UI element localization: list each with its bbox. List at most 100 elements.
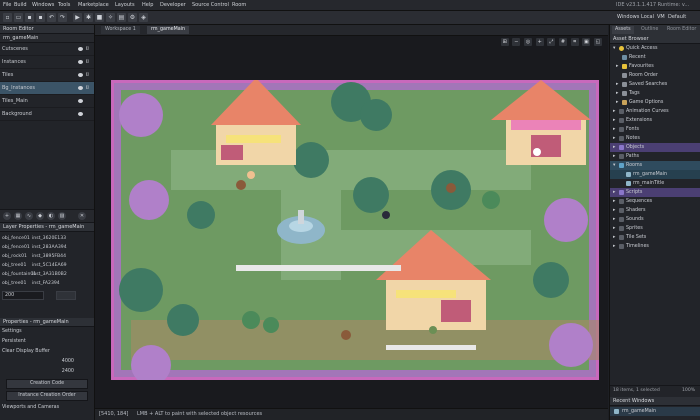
save-icon[interactable]: ▪ (25, 13, 34, 22)
snap-icon[interactable]: ⌗ (570, 38, 579, 46)
tree-item-scripts[interactable]: ▸ Scripts (610, 188, 700, 197)
room-canvas[interactable] (111, 80, 599, 380)
list-item[interactable]: obj_fountain01 inst_3A31B0B2 (0, 270, 94, 279)
fullscreen-icon[interactable]: ◱ (594, 38, 602, 46)
tree-item[interactable]: ▸ Sequences (610, 197, 700, 206)
list-item[interactable]: obj_tree01 inst_FA2394 (0, 279, 94, 288)
list-item[interactable]: obj_tree01 inst_5C14EA69 (0, 261, 94, 270)
game-options-icon[interactable]: ◈ (139, 13, 148, 22)
lock-icon[interactable]: ⌷ (86, 82, 89, 94)
tree-item[interactable]: Recent (610, 53, 700, 62)
undo-icon[interactable]: ↶ (47, 13, 56, 22)
tree-item[interactable]: ▸ Saved Searches (610, 80, 700, 89)
tree-item[interactable]: ▸ Timelines (610, 242, 700, 251)
list-item[interactable]: obj_fence01 inst_3620E133 (0, 234, 94, 243)
create-exe-icon[interactable]: ▤ (117, 13, 126, 22)
persistent-checkbox[interactable]: Persistent (0, 337, 94, 347)
menu-room[interactable]: Room (232, 2, 246, 8)
menu-layouts[interactable]: Layouts (115, 2, 135, 8)
tree-item[interactable]: ▸ Notes (610, 134, 700, 143)
debug-icon[interactable]: ✱ (84, 13, 93, 22)
layer-row[interactable]: Background (0, 108, 94, 121)
layer-row-selected[interactable]: Bg_Instances ⌷ (0, 82, 94, 95)
tree-item[interactable]: ▸ Animation Curves (610, 107, 700, 116)
target-vm[interactable]: VM (657, 14, 665, 20)
tab-outline[interactable]: Outline (638, 26, 661, 34)
creation-code-button[interactable]: Creation Code (6, 379, 88, 389)
eye-icon[interactable] (78, 99, 83, 103)
zoom-in-icon[interactable]: + (535, 38, 544, 46)
position-button[interactable] (56, 291, 76, 300)
tree-item[interactable]: ▸ Game Options (610, 98, 700, 107)
menu-tools[interactable]: Tools (58, 2, 70, 8)
target-local[interactable]: Local (641, 14, 654, 20)
list-item[interactable]: obj_rock01 inst_3895FB44 (0, 252, 94, 261)
eye-icon[interactable] (78, 60, 83, 64)
tab-rm-gamemain[interactable]: rm_gameMain (147, 26, 190, 34)
tree-item[interactable]: ▸ Sounds (610, 215, 700, 224)
grid-icon[interactable]: ⊞ (500, 38, 509, 46)
quick-access-row[interactable]: ▾ Quick Access (610, 44, 700, 53)
add-filter-layer-icon[interactable]: ◐ (47, 212, 55, 220)
target-windows[interactable]: Windows (617, 14, 639, 20)
room-height-field[interactable]: 2400 (0, 367, 94, 377)
layer-row[interactable]: Tiles ⌷ (0, 69, 94, 82)
tree-item-objects[interactable]: ▸ Objects (610, 143, 700, 152)
lock-icon[interactable]: ⌷ (86, 56, 89, 68)
stop-icon[interactable]: ■ (95, 13, 104, 22)
tree-item[interactable]: ▸ Sprites (610, 224, 700, 233)
redo-icon[interactable]: ↷ (58, 13, 67, 22)
menu-source-control[interactable]: Source Control (192, 2, 229, 8)
eye-icon[interactable] (78, 47, 83, 51)
delete-layer-icon[interactable]: ✕ (78, 212, 86, 220)
lock-icon[interactable]: ⌷ (86, 43, 89, 55)
new-file-icon[interactable]: ▫ (3, 13, 12, 22)
tree-item[interactable]: ▸ Tags (610, 89, 700, 98)
layer-row[interactable]: Tiles_Main (0, 95, 94, 108)
tree-item[interactable]: rm_mainTitle (610, 179, 700, 188)
room-width-field[interactable]: 4000 (0, 357, 94, 367)
lock-icon[interactable]: ⌷ (86, 69, 89, 81)
add-path-layer-icon[interactable]: ∿ (25, 212, 33, 220)
add-asset-layer-icon[interactable]: ◆ (36, 212, 44, 220)
add-tile-layer-icon[interactable]: ▦ (14, 212, 22, 220)
zoom-fit-icon[interactable]: ⤢ (547, 38, 556, 46)
tree-item[interactable]: ▸ Favourites (610, 62, 700, 71)
tree-item[interactable]: Room Order (610, 71, 700, 80)
tree-item[interactable]: ▸ Shaders (610, 206, 700, 215)
zoom-out-icon[interactable]: − (512, 38, 521, 46)
camera-icon[interactable]: ▣ (582, 38, 591, 46)
menu-windows[interactable]: Windows (32, 2, 54, 8)
recent-window-item[interactable]: rm_gameMain (610, 407, 700, 416)
viewports-cameras-toggle[interactable]: Viewports and Cameras (0, 403, 94, 413)
menu-marketplace[interactable]: Marketplace (78, 2, 109, 8)
tree-item[interactable]: ▸ Fonts (610, 125, 700, 134)
clear-display-buffer-checkbox[interactable]: Clear Display Buffer (0, 347, 94, 357)
target-default[interactable]: Default (668, 14, 686, 20)
tab-assets[interactable]: Assets (612, 26, 634, 34)
layer-row[interactable]: Instances ⌷ (0, 56, 94, 69)
tree-item[interactable]: ▸ Paths (610, 152, 700, 161)
grid-toggle-icon[interactable]: # (559, 38, 568, 46)
tree-item-rm-gamemain[interactable]: rm_gameMain (610, 170, 700, 179)
tree-item[interactable]: ▸ Extensions (610, 116, 700, 125)
zoom-reset-icon[interactable]: ◎ (524, 38, 533, 46)
add-background-layer-icon[interactable]: ▨ (58, 212, 66, 220)
menu-build[interactable]: Build (14, 2, 27, 8)
tab-room-editor[interactable]: Room Editor (664, 26, 699, 34)
open-folder-icon[interactable]: ▭ (14, 13, 23, 22)
eye-icon[interactable] (78, 112, 83, 116)
add-instance-layer-icon[interactable]: + (3, 212, 11, 220)
eye-icon[interactable] (78, 73, 83, 77)
menu-developer[interactable]: Developer (160, 2, 186, 8)
instance-creation-order-button[interactable]: Instance Creation Order (6, 391, 88, 401)
menu-file[interactable]: File (3, 2, 11, 8)
settings-icon[interactable]: ⚙ (128, 13, 137, 22)
tree-item[interactable]: ▸ Tile Sets (610, 233, 700, 242)
tab-workspace-1[interactable]: Workspace 1 (101, 26, 140, 34)
save-all-icon[interactable]: ▪ (36, 13, 45, 22)
position-input[interactable]: 200 (2, 291, 44, 300)
list-item[interactable]: obj_fence01 inst_283AA394 (0, 243, 94, 252)
layer-row[interactable]: Cutscenes ⌷ (0, 43, 94, 56)
clean-icon[interactable]: ✧ (106, 13, 115, 22)
